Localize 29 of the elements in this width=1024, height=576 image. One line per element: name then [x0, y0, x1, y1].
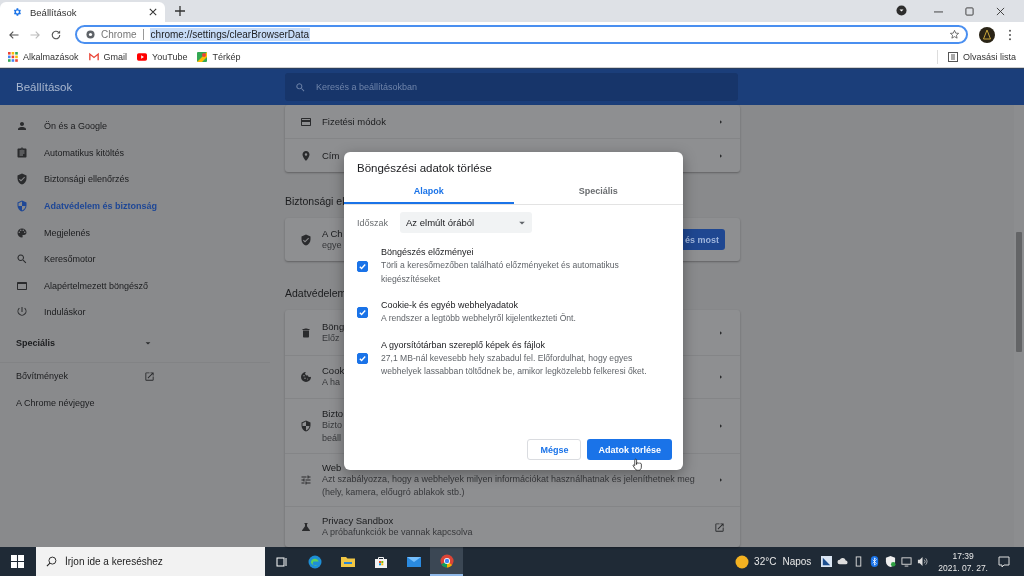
row-text: Böng — [322, 320, 345, 332]
row-text: A Ch — [322, 227, 343, 239]
site-label: Chrome — [101, 29, 137, 40]
section-heading: Biztonsági el — [285, 195, 345, 207]
row-text: Bizto — [322, 407, 344, 419]
row-text: A próbafunkciók be vannak kapcsolva — [322, 526, 473, 539]
temperature-text: 32°C — [754, 556, 777, 567]
row-text: Előz — [322, 332, 340, 345]
option-title: Cookie-k és egyéb webhelyadatok — [381, 299, 520, 312]
row-text: Web — [322, 461, 342, 473]
row-text: egye — [322, 238, 342, 252]
section-heading: Adatvédelem — [285, 287, 347, 299]
row-text: A ha — [322, 376, 341, 389]
row-text: Cook — [322, 365, 345, 376]
option-title: Böngészés előzményei — [381, 246, 475, 259]
option-description: Törli a keresőmezőben található előzményeket és automatikus kiegészítéseket — [381, 259, 620, 286]
option-title: A gyorsítótárban szereplő képek és fájlok — [381, 338, 547, 352]
dialog-title: Böngészési adatok törlése — [356, 161, 493, 174]
option-description: 27,1 MB-nál kevesebb hely szabadul fel. Előfordulhat, hogy egyes webhelyek lassabban töltődnek be, amikor legközelebb felkeresi őket. — [381, 351, 648, 378]
option-description: A rendszer a legtöbb webhelyről kijelentkezteti Önt. — [381, 312, 577, 325]
url-text: chrome://settings/clearBrowserData — [149, 28, 310, 41]
period-label: Időszak — [357, 217, 389, 228]
row-text: Azt szabályozza, hogy a webhelyek milyen információkat használhatnak és jeleníthetnek meg — [322, 472, 695, 486]
row-text: (hely, kamera, előugró ablakok stb.) — [322, 485, 465, 499]
weather-text: Napos — [782, 556, 812, 567]
row-text: Privacy Sandbox — [322, 515, 394, 526]
row-text: Bizto — [322, 418, 342, 432]
row-text: beáll — [322, 431, 341, 445]
settings-title: Beállítások — [15, 81, 74, 93]
